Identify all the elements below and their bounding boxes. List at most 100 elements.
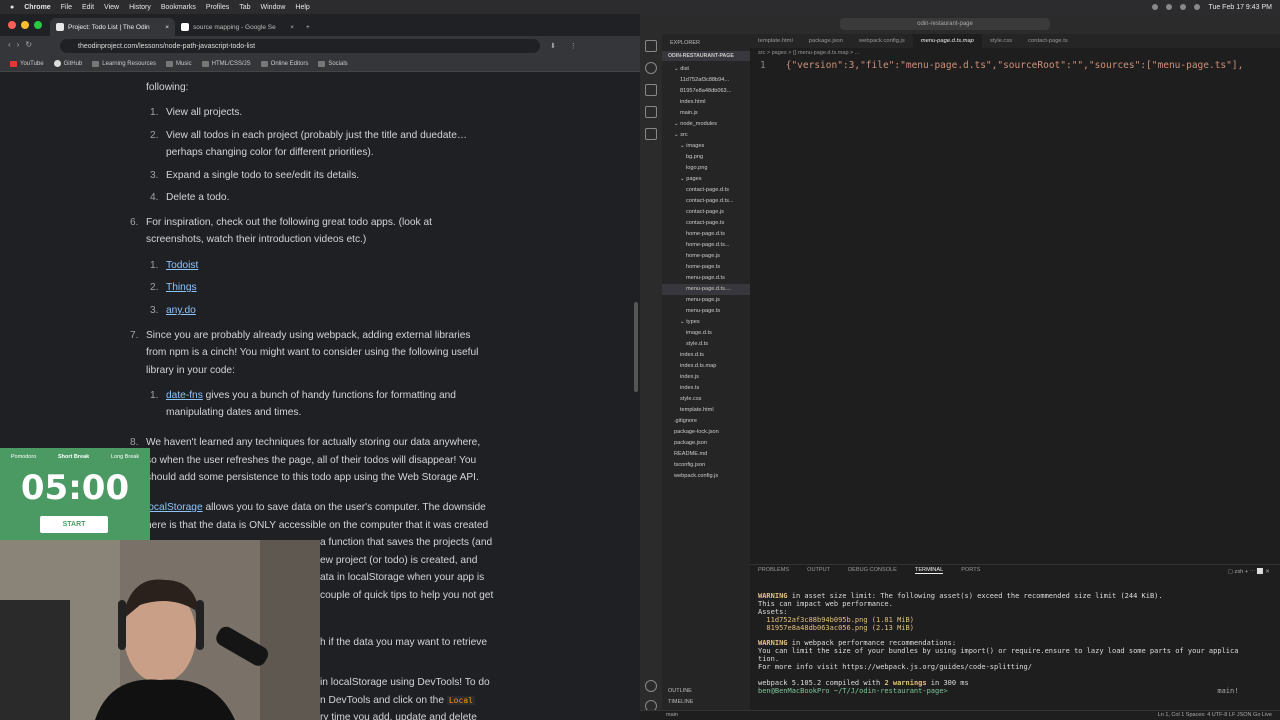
file-item[interactable]: 81957e8a48db063...: [662, 86, 750, 97]
link-things[interactable]: Things: [166, 279, 197, 297]
file-item[interactable]: contact-page.d.ts: [662, 185, 750, 196]
menu-history[interactable]: History: [129, 4, 151, 11]
panel-tab[interactable]: DEBUG CONSOLE: [848, 567, 897, 574]
file-item[interactable]: style.d.ts: [662, 339, 750, 350]
file-item[interactable]: home-page.d.ts: [662, 229, 750, 240]
command-center-search[interactable]: odin-restaurant-page: [840, 18, 1050, 30]
panel-tab[interactable]: PORTS: [961, 567, 980, 574]
panel-tab[interactable]: OUTPUT: [807, 567, 830, 574]
bookmark-learning-resources[interactable]: Learning Resources: [92, 60, 156, 67]
status-branch[interactable]: main: [666, 712, 678, 718]
mode-short-break[interactable]: Short Break: [58, 454, 89, 460]
battery-icon[interactable]: [1180, 4, 1187, 10]
file-item[interactable]: contact-page.js: [662, 207, 750, 218]
file-item[interactable]: index.d.ts: [662, 350, 750, 361]
menu-profiles[interactable]: Profiles: [206, 4, 229, 11]
folder-item[interactable]: ⌄ types: [662, 317, 750, 328]
file-item[interactable]: 11d752af3c88b94...: [662, 75, 750, 86]
page-scrollbar[interactable]: [634, 302, 638, 392]
file-item[interactable]: menu-page.js: [662, 295, 750, 306]
timeline-header[interactable]: TIMELINE: [662, 699, 750, 710]
menubar-clock[interactable]: Tue Feb 17 9:43 PM: [1208, 4, 1272, 11]
link-anydo[interactable]: any.do: [166, 302, 196, 320]
menu-edit[interactable]: Edit: [82, 4, 94, 11]
file-item[interactable]: menu-page.d.ts: [662, 273, 750, 284]
address-bar[interactable]: theodinproject.com/lessons/node-path-jav…: [60, 39, 540, 53]
explorer-icon[interactable]: [645, 40, 657, 52]
folder-item[interactable]: ⌄ src: [662, 130, 750, 141]
minimize-window-icon[interactable]: [21, 21, 29, 29]
file-item[interactable]: contact-page.ts: [662, 218, 750, 229]
link-todoist[interactable]: Todoist: [166, 257, 198, 275]
close-window-icon[interactable]: [8, 21, 16, 29]
menu-window[interactable]: Window: [261, 4, 286, 11]
file-item[interactable]: package-lock.json: [662, 427, 750, 438]
menu-file[interactable]: File: [61, 4, 72, 11]
file-item[interactable]: package.json: [662, 438, 750, 449]
menu-app-name[interactable]: Chrome: [24, 4, 50, 11]
folder-item[interactable]: ⌄ node_modules: [662, 119, 750, 130]
tab-google-search[interactable]: source mapping - Google Se ×: [175, 18, 300, 36]
start-button[interactable]: START: [40, 516, 108, 533]
file-item[interactable]: webpack.config.js: [662, 471, 750, 482]
menu-tab[interactable]: Tab: [239, 4, 250, 11]
maximize-window-icon[interactable]: [34, 21, 42, 29]
source-control-icon[interactable]: [645, 84, 657, 96]
editor-tab[interactable]: style.css: [982, 34, 1020, 48]
folder-item[interactable]: ⌄ dist: [662, 64, 750, 75]
status-right[interactable]: Ln 1, Col 1 Spaces: 4 UTF-8 LF JSON Go L…: [1158, 712, 1272, 718]
bookmark-music[interactable]: Music: [165, 60, 192, 67]
editor-tab[interactable]: menu-page.d.ts.map: [912, 34, 982, 48]
bookmark-youtube[interactable]: YouTube: [10, 60, 44, 67]
file-item[interactable]: menu-page.ts: [662, 306, 750, 317]
file-item[interactable]: index.js: [662, 372, 750, 383]
mode-long-break[interactable]: Long Break: [111, 454, 139, 460]
terminal-shell-label[interactable]: ▢ zsh + ⋯ ⬜ ✕: [1228, 569, 1270, 575]
file-item[interactable]: .gitignore: [662, 416, 750, 427]
file-item[interactable]: image.d.ts: [662, 328, 750, 339]
file-item[interactable]: template.html: [662, 405, 750, 416]
panel-tab[interactable]: TERMINAL: [914, 567, 944, 574]
file-item[interactable]: menu-page.d.ts....: [662, 284, 750, 295]
extensions-icon[interactable]: [645, 128, 657, 140]
bookmark-html-css-js[interactable]: HTML/CSS/JS: [201, 60, 251, 67]
file-item[interactable]: index.d.ts.map: [662, 361, 750, 372]
breadcrumb[interactable]: src > pages > {} menu-page.d.ts.map > ..…: [758, 50, 859, 56]
terminal-output[interactable]: WARNING in asset size limit: The followi…: [758, 592, 1238, 696]
menu-help[interactable]: Help: [295, 4, 309, 11]
editor-tab[interactable]: template.html: [750, 34, 801, 48]
file-item[interactable]: logo.png: [662, 163, 750, 174]
file-item[interactable]: bg.png: [662, 152, 750, 163]
extension-icons[interactable]: ⬇ ⋮: [550, 42, 583, 50]
file-item[interactable]: style.css: [662, 394, 750, 405]
mode-pomodoro[interactable]: Pomodoro: [11, 454, 36, 460]
explorer-project-header[interactable]: ODIN-RESTAURANT-PAGE: [662, 51, 750, 61]
bookmark-socials[interactable]: Socials: [318, 60, 348, 67]
menu-view[interactable]: View: [104, 4, 119, 11]
folder-item[interactable]: ⌄ pages: [662, 174, 750, 185]
file-item[interactable]: main.js: [662, 108, 750, 119]
status-icon[interactable]: [1152, 4, 1159, 10]
panel-tab[interactable]: PROBLEMS: [758, 567, 789, 574]
editor-tab[interactable]: package.json: [801, 34, 851, 48]
file-item[interactable]: home-page.js: [662, 251, 750, 262]
search-icon[interactable]: [645, 62, 657, 74]
editor-tab[interactable]: contact-page.ts: [1020, 34, 1076, 48]
file-item[interactable]: home-page.d.ts...: [662, 240, 750, 251]
wifi-icon[interactable]: [1166, 4, 1173, 10]
code-line[interactable]: 1 {"version":3,"file":"menu-page.d.ts","s…: [760, 60, 1243, 71]
editor-tab[interactable]: webpack.config.js: [851, 34, 913, 48]
account-icon[interactable]: [645, 680, 657, 692]
file-item[interactable]: index.ts: [662, 383, 750, 394]
code-text[interactable]: {"version":3,"file":"menu-page.d.ts","so…: [786, 60, 1244, 71]
close-tab-icon[interactable]: ×: [165, 24, 169, 31]
outline-header[interactable]: OUTLINE: [662, 688, 750, 699]
bookmark-online-editors[interactable]: Online Editors: [260, 60, 308, 67]
nav-buttons[interactable]: ‹›↻: [8, 40, 38, 49]
menu-bookmarks[interactable]: Bookmarks: [161, 4, 196, 11]
file-item[interactable]: index.html: [662, 97, 750, 108]
bookmark-github[interactable]: GitHub: [53, 60, 82, 67]
apple-menu-icon[interactable]: ●: [10, 4, 14, 11]
new-tab-button[interactable]: +: [300, 18, 320, 36]
file-item[interactable]: contact-page.d.ts...: [662, 196, 750, 207]
